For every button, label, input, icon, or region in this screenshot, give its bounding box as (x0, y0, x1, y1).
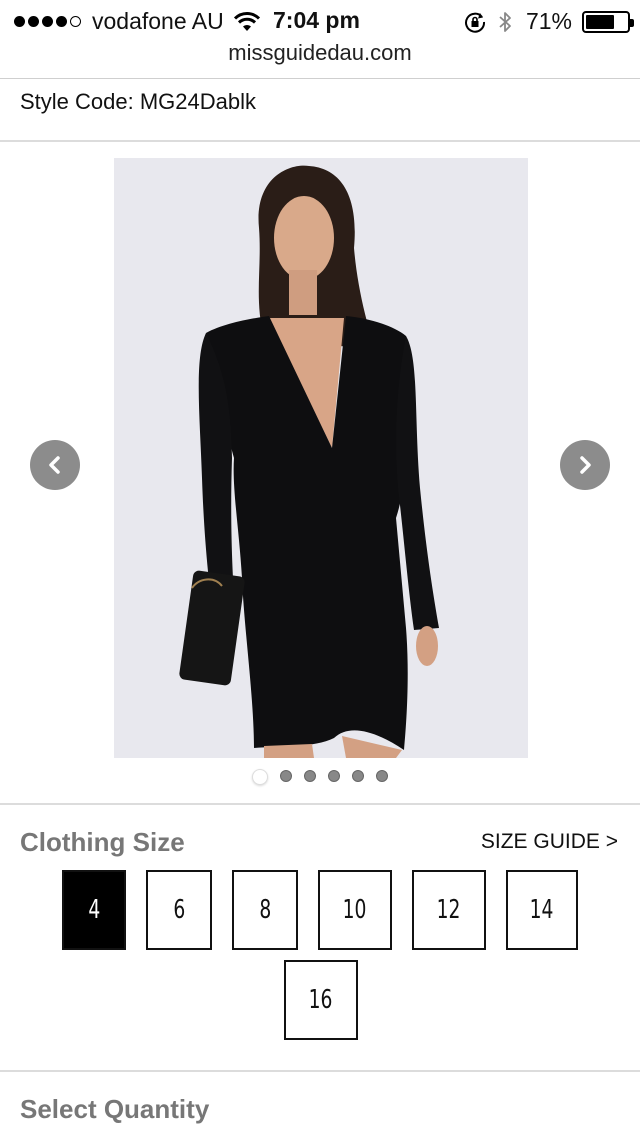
pager-dot[interactable] (376, 770, 388, 782)
pager-dot[interactable] (352, 770, 364, 782)
size-option[interactable]: 8 (232, 870, 298, 950)
divider (0, 1070, 640, 1072)
pager-dot[interactable] (252, 769, 268, 785)
pager-dot[interactable] (328, 770, 340, 782)
wifi-icon (233, 11, 260, 31)
size-option[interactable]: 16 (284, 960, 358, 1040)
carrier-name: vodafone AU (92, 8, 224, 34)
signal-strength-icon (14, 16, 84, 27)
size-option[interactable]: 14 (506, 870, 578, 950)
bluetooth-icon (499, 11, 511, 32)
size-option[interactable]: 4 (62, 870, 126, 950)
rotation-lock-icon (464, 12, 485, 33)
pager-dot[interactable] (304, 770, 316, 782)
size-option[interactable]: 10 (318, 870, 392, 950)
address-bar-url[interactable]: missguidedau.com (0, 40, 640, 66)
previous-image-button[interactable] (30, 440, 80, 490)
product-photo (114, 158, 528, 758)
battery-level (586, 14, 615, 29)
next-image-button[interactable] (560, 440, 610, 490)
size-guide-link[interactable]: SIZE GUIDE > (481, 830, 618, 854)
divider (0, 803, 640, 805)
battery-percent: 71% (525, 8, 572, 34)
size-option[interactable]: 6 (146, 870, 212, 950)
product-image[interactable] (114, 158, 528, 758)
pager-dot[interactable] (280, 770, 292, 782)
battery-icon (582, 10, 634, 33)
select-quantity-title: Select Quantity (20, 1094, 210, 1124)
status-time: 7:04 pm (273, 7, 360, 33)
divider (0, 140, 640, 142)
style-code: Style Code: MG24Dablk (20, 89, 256, 114)
chevron-right-icon (580, 456, 591, 474)
chevron-left-icon (49, 456, 60, 474)
status-left: vodafone AU (14, 8, 270, 35)
address-bar-divider (0, 78, 640, 79)
status-bar: vodafone AU 7:04 pm 71% (0, 0, 640, 40)
status-right: 71% (464, 8, 634, 35)
clothing-size-title: Clothing Size (20, 827, 185, 857)
size-option[interactable]: 12 (412, 870, 486, 950)
image-pager[interactable] (0, 769, 640, 785)
